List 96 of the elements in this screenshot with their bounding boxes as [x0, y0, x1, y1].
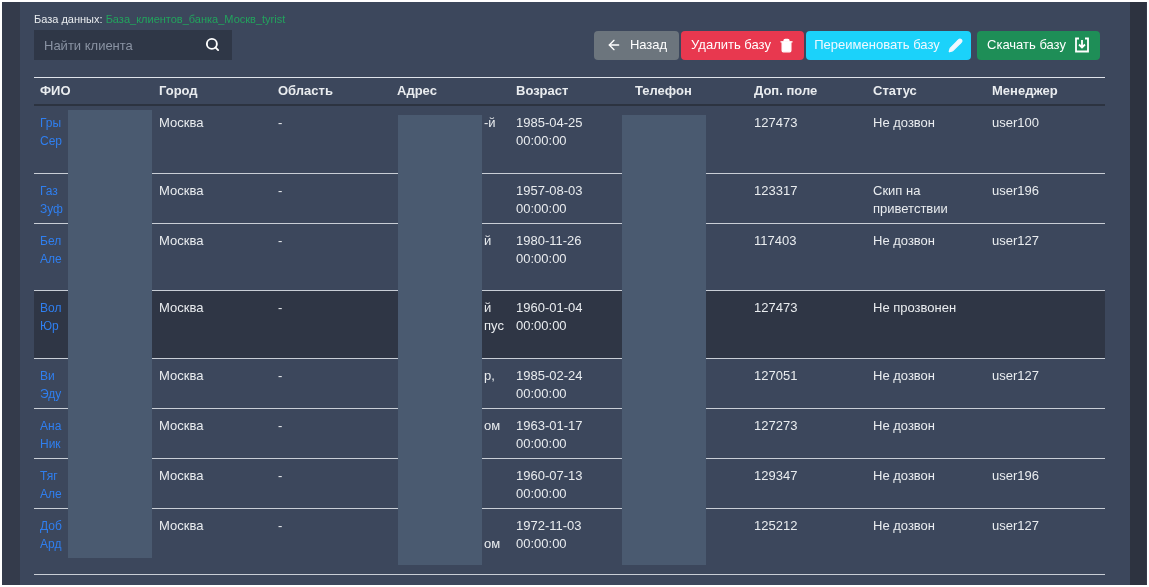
table-cell-text: 00:00:00	[516, 250, 568, 268]
table-cell: -	[278, 468, 283, 483]
table-cell: Москва	[159, 518, 204, 533]
back-button[interactable]: Назад	[594, 30, 679, 60]
table-cell: ом	[484, 535, 501, 553]
client-name-link[interactable]: Ана	[40, 417, 62, 435]
client-name-link[interactable]: Ард	[40, 535, 62, 553]
column-header: ФИО	[39, 82, 72, 100]
table-cell: user127	[992, 233, 1039, 248]
column-header: Адрес	[396, 82, 438, 100]
column-header: Доп. поле	[753, 82, 819, 100]
table-cell-text: Не дозвон	[873, 467, 937, 485]
table-cell: Москва	[159, 233, 204, 248]
client-name-link[interactable]: Вол	[40, 299, 62, 317]
table-cell-text: Не дозвон	[873, 367, 937, 385]
column-header: Возраст	[515, 82, 570, 100]
table-cell: Москва	[159, 183, 204, 198]
client-name-link[interactable]: Гры	[40, 114, 62, 132]
table-cell: user196	[992, 183, 1039, 198]
table-cell-text: 1963-01-17	[516, 417, 584, 435]
table-cell: ом	[484, 417, 501, 435]
table-cell: user127	[992, 368, 1039, 383]
table-cell: -	[278, 233, 283, 248]
table-cell: 127051	[754, 368, 798, 383]
table-cell-text: 1957-08-03	[516, 182, 584, 200]
table-cell-text: Не дозвон	[873, 417, 937, 435]
table-cell: user100	[992, 115, 1039, 130]
table-cell: й	[484, 232, 492, 250]
table-cell-text: 1960-01-04	[516, 299, 584, 317]
table-cell-text: 00:00:00	[516, 535, 568, 553]
table-cell: -	[278, 368, 283, 383]
table-cell-text: 1980-11-26	[516, 232, 583, 250]
table-cell: -	[278, 518, 283, 533]
table-cell: р,	[484, 367, 495, 385]
table-cell-text: 00:00:00	[516, 200, 568, 218]
trash-icon	[778, 37, 794, 53]
client-name-link[interactable]: Юр	[40, 317, 59, 335]
table-cell: Москва	[159, 115, 204, 130]
download-button[interactable]: Скачать базу	[977, 30, 1100, 60]
delete-button[interactable]: Удалить базу	[681, 30, 804, 60]
client-name-link[interactable]: Зуф	[40, 200, 63, 218]
table-cell: -	[278, 115, 283, 130]
table-cell-text: 1960-07-13	[516, 467, 584, 485]
table-cell: -	[278, 418, 283, 433]
table-cell: й	[484, 299, 492, 317]
column-header: Менеджер	[991, 82, 1059, 100]
client-name-link[interactable]: Эду	[40, 385, 62, 403]
table-cell: -	[278, 300, 283, 315]
client-name-link[interactable]: Бел	[40, 232, 62, 250]
rename-button[interactable]: Переименовать базу	[806, 30, 971, 60]
table-cell-text: Скип на приветствии	[873, 182, 949, 218]
table-cell: 129347	[754, 468, 798, 483]
table-cell-text: 00:00:00	[516, 485, 568, 503]
column-header: Город	[158, 82, 199, 100]
table-cell: -й	[484, 114, 496, 132]
table-cell: user127	[992, 518, 1039, 533]
column-header: Статус	[872, 82, 918, 100]
table-cell-text: 00:00:00	[516, 317, 568, 335]
column-header: Область	[277, 82, 334, 100]
table-cell-text: 1985-04-25	[516, 114, 584, 132]
table-cell-text: 00:00:00	[516, 132, 568, 150]
table-cell: Москва	[159, 468, 204, 483]
client-name-link[interactable]: Але	[40, 250, 62, 268]
table-cell-text: Не прозвонен	[873, 299, 958, 317]
search-field[interactable]: Найти клиента	[34, 30, 232, 60]
table-cell: 127473	[754, 300, 798, 315]
table-cell: -	[278, 183, 283, 198]
column-header: Телефон	[634, 82, 693, 100]
table-cell: 127273	[754, 418, 798, 433]
client-name-link[interactable]: Ви	[40, 367, 55, 385]
table-cell-text: Не дозвон	[873, 232, 937, 250]
pencil-icon	[947, 37, 963, 53]
table-cell-text: Не дозвон	[873, 517, 937, 535]
table-cell: пус	[484, 317, 504, 335]
search-icon	[205, 37, 220, 52]
table-cell-text: 00:00:00	[516, 385, 568, 403]
client-name-link[interactable]: Сер	[40, 132, 62, 150]
table-cell-text: 1985-02-24	[516, 367, 584, 385]
database-title: База данных: База_клиентов_банка_Москв_tyrist	[34, 12, 287, 27]
table-cell: Москва	[159, 368, 204, 383]
client-name-link[interactable]: Газ	[40, 182, 58, 200]
client-name-link[interactable]: Але	[40, 485, 62, 503]
table-cell: 127473	[754, 115, 798, 130]
table-cell: user196	[992, 468, 1039, 483]
table-cell: 125212	[754, 518, 798, 533]
table-cell: 117403	[754, 233, 797, 248]
client-name-link[interactable]: Доб	[40, 517, 62, 535]
table-cell: 123317	[754, 183, 798, 198]
table-cell-text: Не дозвон	[873, 114, 937, 132]
table-cell: Москва	[159, 300, 204, 315]
table-cell-text: 1972-11-03	[516, 517, 583, 535]
client-name-link[interactable]: Ник	[40, 435, 61, 453]
client-name-link[interactable]: Тяг	[40, 467, 58, 485]
table-cell-text: 00:00:00	[516, 435, 568, 453]
download-icon	[1073, 37, 1090, 53]
table-cell: Москва	[159, 418, 204, 433]
